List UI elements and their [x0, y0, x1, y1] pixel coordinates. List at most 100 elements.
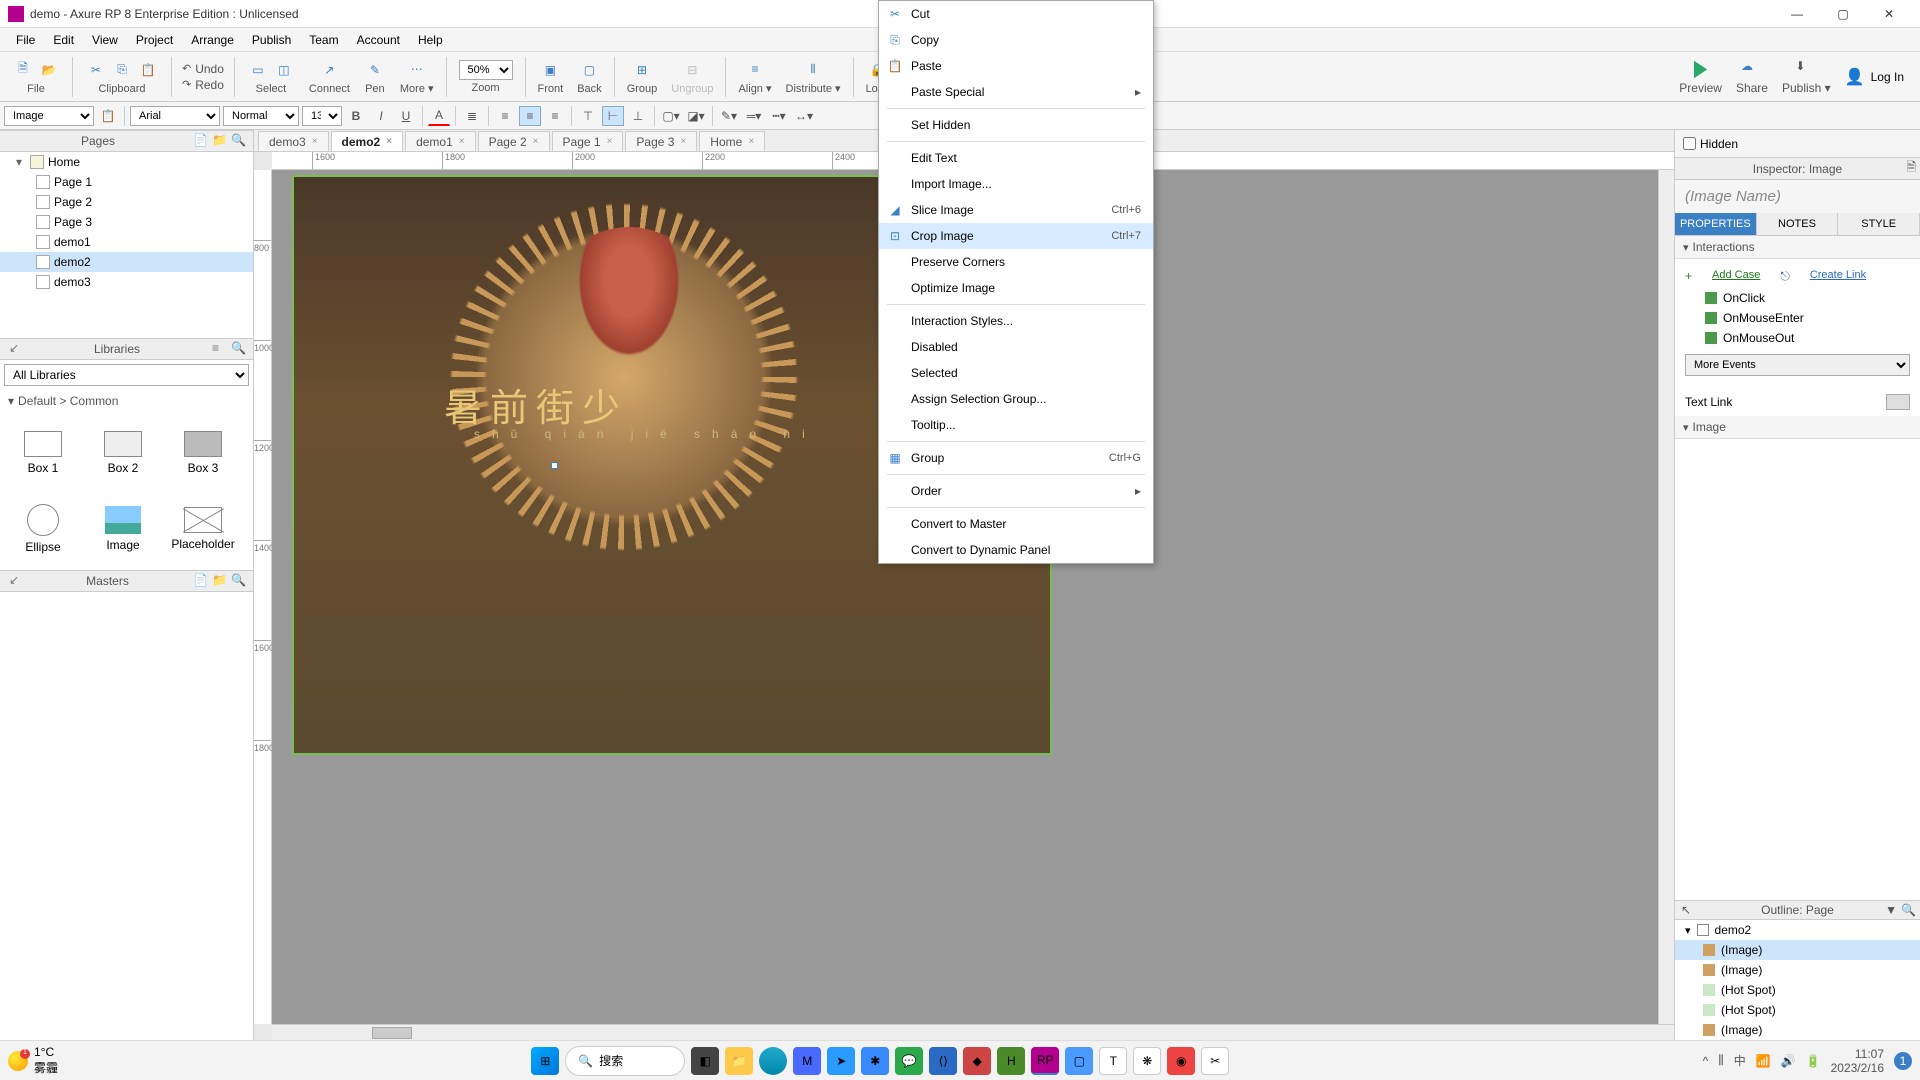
context-menu-item[interactable]: ◢Slice ImageCtrl+6 — [879, 197, 1153, 223]
widget-box1[interactable]: Box 1 — [6, 418, 80, 488]
tray-clock[interactable]: 11:072023/2/16 — [1831, 1047, 1884, 1075]
maximize-button[interactable]: ▢ — [1820, 0, 1866, 28]
close-tab-icon[interactable]: × — [607, 136, 613, 147]
tray-notification-icon[interactable]: 1 — [1894, 1052, 1912, 1070]
tb-pen[interactable]: ✎Pen — [358, 57, 392, 97]
start-button[interactable]: ⊞ — [531, 1047, 559, 1075]
search-icon[interactable]: 🔍 — [231, 573, 247, 589]
context-menu-item[interactable]: Interaction Styles... — [879, 308, 1153, 334]
context-menu-item[interactable]: Paste Special▸ — [879, 79, 1153, 105]
page-tree-item[interactable]: Page 1 — [0, 172, 253, 192]
page-tree-item[interactable]: demo3 — [0, 272, 253, 292]
line-width-button[interactable]: ═▾ — [743, 106, 765, 126]
tb-distribute[interactable]: ⫴Distribute ▾ — [780, 56, 847, 97]
close-tab-icon[interactable]: × — [386, 136, 392, 147]
collapse-icon[interactable]: ↙ — [9, 341, 25, 357]
preview-button[interactable]: Preview — [1679, 59, 1722, 95]
context-menu-item[interactable]: Set Hidden — [879, 112, 1153, 138]
close-tab-icon[interactable]: × — [312, 136, 318, 147]
context-menu-item[interactable]: ⊡Crop ImageCtrl+7 — [879, 223, 1153, 249]
menu-publish[interactable]: Publish — [244, 30, 299, 50]
add-case-link[interactable]: Add Case — [1712, 269, 1760, 284]
menu-help[interactable]: Help — [410, 30, 451, 50]
shadow-button[interactable]: ◪▾ — [685, 106, 707, 126]
close-button[interactable]: ✕ — [1866, 0, 1912, 28]
bullets-button[interactable]: ≣ — [461, 106, 483, 126]
app-explorer[interactable]: 📁 — [725, 1047, 753, 1075]
menu-view[interactable]: View — [84, 30, 126, 50]
text-color-button[interactable]: A — [428, 106, 450, 126]
tray-icon[interactable]: ⫼ — [1718, 1053, 1724, 1068]
tb-file[interactable]: 🗎📂File — [6, 57, 66, 97]
add-folder-icon[interactable]: 📁 — [212, 133, 228, 149]
weather-widget[interactable]: 1 1°C雾霾 — [8, 1045, 58, 1076]
tb-back[interactable]: ▢Back — [571, 57, 607, 97]
selection-handle[interactable] — [551, 462, 558, 469]
context-menu-item[interactable]: Selected — [879, 360, 1153, 386]
library-selector[interactable]: All Libraries — [4, 364, 249, 386]
app-edge[interactable] — [759, 1047, 787, 1075]
tb-ungroup[interactable]: ⊟Ungroup — [665, 57, 719, 97]
app-icon[interactable]: ✱ — [861, 1047, 889, 1075]
add-page-icon[interactable]: 📄 — [193, 133, 209, 149]
search-icon[interactable]: 🔍 — [231, 341, 247, 357]
close-tab-icon[interactable]: × — [680, 136, 686, 147]
tray-wifi-icon[interactable]: 📶 — [1756, 1054, 1771, 1068]
tray-volume-icon[interactable]: 🔊 — [1781, 1054, 1796, 1068]
outline-item[interactable]: (Hot Spot) — [1675, 1000, 1920, 1020]
event-onmouseenter[interactable]: OnMouseEnter — [1685, 308, 1910, 328]
context-menu-item[interactable]: Convert to Dynamic Panel — [879, 537, 1153, 563]
app-icon[interactable]: ✂ — [1201, 1047, 1229, 1075]
doc-tab[interactable]: demo1× — [405, 131, 476, 151]
tray-battery-icon[interactable]: 🔋 — [1806, 1054, 1821, 1068]
valign-bottom-button[interactable]: ⊥ — [627, 106, 649, 126]
menu-file[interactable]: File — [8, 30, 43, 50]
style-painter-icon[interactable]: 📋 — [97, 106, 119, 126]
app-axure[interactable]: RP — [1031, 1047, 1059, 1075]
align-right-button[interactable]: ≡ — [544, 106, 566, 126]
collapse-icon[interactable]: ↖ — [1681, 903, 1691, 917]
image-section[interactable]: ▾ Image — [1675, 416, 1920, 439]
app-vscode[interactable]: ⟨⟩ — [929, 1047, 957, 1075]
outline-item[interactable]: (Image) — [1675, 1020, 1920, 1040]
context-menu-item[interactable]: ▦GroupCtrl+G — [879, 445, 1153, 471]
context-menu-item[interactable]: Optimize Image — [879, 275, 1153, 301]
tb-more[interactable]: ⋯More ▾ — [394, 56, 440, 97]
close-tab-icon[interactable]: × — [459, 136, 465, 147]
tb-clipboard[interactable]: ✂⎘📋Clipboard — [79, 57, 165, 97]
collapse-icon[interactable]: ↙ — [9, 573, 25, 589]
page-tree-item[interactable]: Page 3 — [0, 212, 253, 232]
app-icon[interactable]: ◉ — [1167, 1047, 1195, 1075]
context-menu-item[interactable]: Disabled — [879, 334, 1153, 360]
app-icon[interactable]: ▢ — [1065, 1047, 1093, 1075]
app-icon[interactable]: ◧ — [691, 1047, 719, 1075]
outline-item[interactable]: (Image) — [1675, 940, 1920, 960]
shape-select[interactable]: Image — [4, 106, 94, 126]
doc-tab[interactable]: demo3× — [258, 131, 329, 151]
menu-edit[interactable]: Edit — [45, 30, 82, 50]
valign-top-button[interactable]: ⊤ — [577, 106, 599, 126]
align-center-button[interactable]: ≡ — [519, 106, 541, 126]
menu-account[interactable]: Account — [349, 30, 408, 50]
widget-name-input[interactable]: (Image Name) — [1675, 180, 1920, 213]
app-icon[interactable]: M — [793, 1047, 821, 1075]
fill-button[interactable]: ▢▾ — [660, 106, 682, 126]
add-folder-icon[interactable]: 📁 — [212, 573, 228, 589]
doc-tab[interactable]: Home× — [699, 131, 765, 151]
add-master-icon[interactable]: 📄 — [193, 573, 209, 589]
page-tree-item[interactable]: ▾Home — [0, 152, 253, 172]
italic-button[interactable]: I — [370, 106, 392, 126]
context-menu-item[interactable]: 📋Paste — [879, 53, 1153, 79]
menu-project[interactable]: Project — [128, 30, 181, 50]
valign-middle-button[interactable]: ⊢ — [602, 106, 624, 126]
context-menu-item[interactable]: Assign Selection Group... — [879, 386, 1153, 412]
event-onmouseout[interactable]: OnMouseOut — [1685, 328, 1910, 348]
doc-tab[interactable]: Page 3× — [625, 131, 697, 151]
underline-button[interactable]: U — [395, 106, 417, 126]
tray-ime-icon[interactable]: 中 — [1734, 1052, 1746, 1069]
weight-select[interactable]: Normal — [223, 106, 299, 126]
undo-button[interactable]: ↶ Undo — [182, 62, 224, 76]
context-menu-item[interactable]: ✂Cut — [879, 1, 1153, 27]
tray-chevron-icon[interactable]: ^ — [1703, 1054, 1709, 1068]
size-select[interactable]: 13 — [302, 106, 342, 126]
